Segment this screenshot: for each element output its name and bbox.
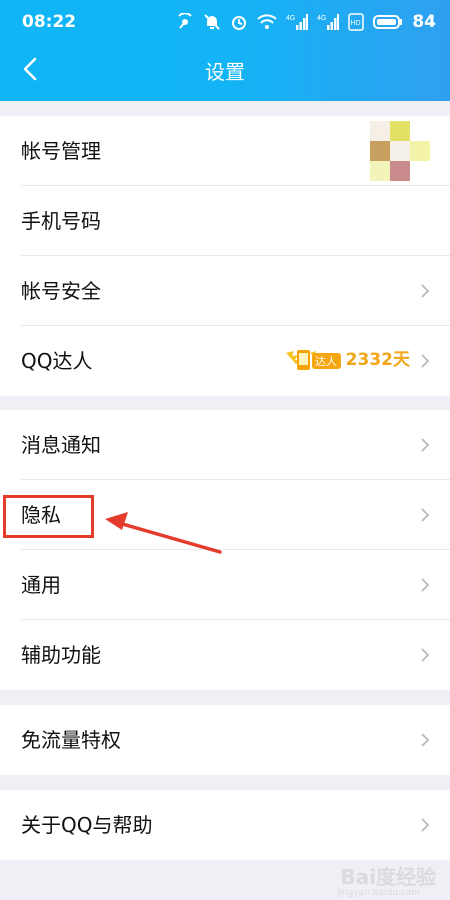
avatar-pixel xyxy=(370,161,390,181)
settings-item-accessibility[interactable]: 辅助功能 xyxy=(0,620,450,690)
settings-item-label: 关于QQ与帮助 xyxy=(21,813,153,837)
settings-item-label: QQ达人 xyxy=(21,349,93,373)
settings-item-label: 辅助功能 xyxy=(21,643,101,667)
svg-text:达人: 达人 xyxy=(315,355,337,368)
chevron-right-icon xyxy=(421,733,430,747)
status-time: 08:22 xyxy=(22,12,77,32)
avatar-pixel xyxy=(370,121,390,141)
svg-text:4G: 4G xyxy=(317,15,326,22)
avatar-pixel xyxy=(410,121,430,141)
daren-info: 达人 2332天 xyxy=(284,347,410,373)
watermark-logo: Bai度经验 xyxy=(340,865,436,889)
daren-badge-icon: 达人 xyxy=(285,350,341,370)
chevron-right-icon xyxy=(421,578,430,592)
avatar-pixel xyxy=(410,161,430,181)
chevron-right-icon xyxy=(421,438,430,452)
annotation-arrow-icon xyxy=(105,512,222,554)
wifi-icon xyxy=(257,14,278,29)
page-title: 设置 xyxy=(205,60,245,84)
avatar xyxy=(370,121,430,181)
signal-4g-icon-2: 4G xyxy=(317,14,340,30)
chevron-right-icon xyxy=(421,354,430,368)
settings-group-general: 消息通知 隐私 通用 辅助功能 xyxy=(0,410,450,690)
chevron-right-icon xyxy=(421,508,430,522)
hotspot-icon xyxy=(178,13,193,29)
settings-group-about: 关于QQ与帮助 xyxy=(0,790,450,860)
settings-item-data-free[interactable]: 免流量特权 xyxy=(0,705,450,775)
chevron-right-icon xyxy=(421,648,430,662)
watermark-url: jingyan.baidu.com xyxy=(336,888,420,898)
settings-group-account: 帐号管理 手机号码 帐号安全 QQ达人 达人 2332天 xyxy=(0,116,450,396)
battery-level: 84 xyxy=(412,12,436,32)
avatar-pixel xyxy=(410,141,430,161)
privacy-highlight-box xyxy=(3,495,94,538)
daren-days: 2332天 xyxy=(345,350,410,370)
settings-item-label: 帐号管理 xyxy=(21,139,101,163)
avatar-pixel xyxy=(370,141,390,161)
settings-item-label: 通用 xyxy=(21,573,61,597)
avatar-pixel xyxy=(390,161,410,181)
alarm-icon xyxy=(232,16,247,30)
hd-icon: HD xyxy=(348,13,365,31)
battery-icon xyxy=(373,15,403,29)
svg-text:HD: HD xyxy=(351,20,361,27)
settings-item-label: 帐号安全 xyxy=(21,279,101,303)
settings-item-notifications[interactable]: 消息通知 xyxy=(0,410,450,480)
header-bar: 08:22 4G 4G HD 84 设置 xyxy=(0,0,450,101)
mute-bell-icon xyxy=(204,14,221,30)
chevron-right-icon xyxy=(421,818,430,832)
signal-4g-icon: 4G xyxy=(286,14,309,30)
settings-item-qq-daren[interactable]: QQ达人 达人 2332天 xyxy=(0,326,450,396)
chevron-right-icon xyxy=(421,284,430,298)
settings-item-general[interactable]: 通用 xyxy=(0,550,450,620)
status-icons: 4G 4G HD 84 xyxy=(176,10,436,34)
settings-item-label: 免流量特权 xyxy=(21,728,121,752)
settings-group-data-free: 免流量特权 xyxy=(0,705,450,775)
avatar-pixel xyxy=(390,121,410,141)
settings-item-label: 消息通知 xyxy=(21,433,101,457)
settings-item-phone-number[interactable]: 手机号码 xyxy=(0,186,450,256)
settings-item-account-manage[interactable]: 帐号管理 xyxy=(0,116,450,186)
svg-text:4G: 4G xyxy=(286,15,295,22)
avatar-pixel xyxy=(390,141,410,161)
settings-item-label: 手机号码 xyxy=(21,209,101,233)
status-bar: 08:22 4G 4G HD 84 xyxy=(0,0,450,44)
settings-item-account-security[interactable]: 帐号安全 xyxy=(0,256,450,326)
settings-item-about-help[interactable]: 关于QQ与帮助 xyxy=(0,790,450,860)
